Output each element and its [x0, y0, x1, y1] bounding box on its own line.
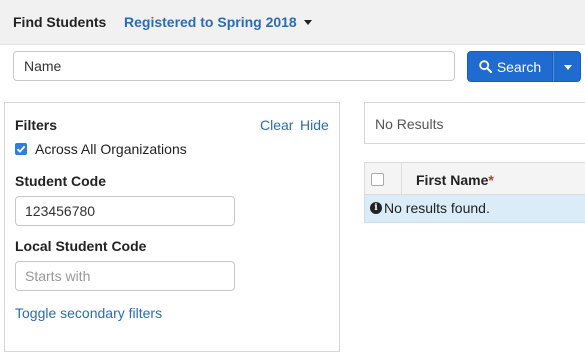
column-header-first-name[interactable]: First Name*	[416, 172, 494, 188]
search-icon	[479, 60, 492, 73]
info-icon: i	[370, 202, 382, 214]
empty-results-row: i No results found.	[364, 195, 585, 223]
column-divider	[401, 163, 402, 194]
filters-panel: Filters Clear Hide Across All Organizati…	[4, 102, 340, 352]
toggle-secondary-filters-link[interactable]: Toggle secondary filters	[15, 305, 162, 321]
student-code-label: Student Code	[15, 173, 106, 189]
results-status: No Results	[375, 116, 444, 132]
filters-title: Filters	[15, 117, 58, 133]
local-student-code-input[interactable]	[15, 261, 235, 291]
page-title: Find Students	[13, 14, 107, 30]
across-organizations-checkbox[interactable]	[15, 143, 27, 155]
search-button[interactable]: Search	[467, 51, 553, 82]
across-organizations-label: Across All Organizations	[35, 141, 187, 157]
chevron-down-icon	[564, 65, 572, 70]
search-button-label: Search	[496, 58, 542, 75]
empty-results-message: No results found.	[384, 200, 490, 216]
results-table-header: First Name*	[364, 162, 585, 195]
checkmark-icon	[16, 145, 26, 153]
results-status-panel: No Results	[364, 102, 585, 144]
page-header: Find Students Registered to Spring 2018	[0, 0, 585, 45]
local-student-code-label: Local Student Code	[15, 238, 147, 254]
registration-filter-dropdown[interactable]: Registered to Spring 2018	[124, 14, 297, 30]
column-header-label: First Name	[416, 172, 489, 188]
required-marker: *	[488, 172, 494, 188]
search-options-dropdown-button[interactable]	[553, 51, 581, 82]
search-input[interactable]	[13, 51, 455, 81]
chevron-down-icon[interactable]	[304, 20, 312, 25]
select-all-checkbox[interactable]	[371, 173, 384, 186]
hide-filters-link[interactable]: Hide	[300, 117, 329, 133]
student-code-input[interactable]	[15, 196, 235, 226]
clear-filters-link[interactable]: Clear	[260, 117, 293, 133]
